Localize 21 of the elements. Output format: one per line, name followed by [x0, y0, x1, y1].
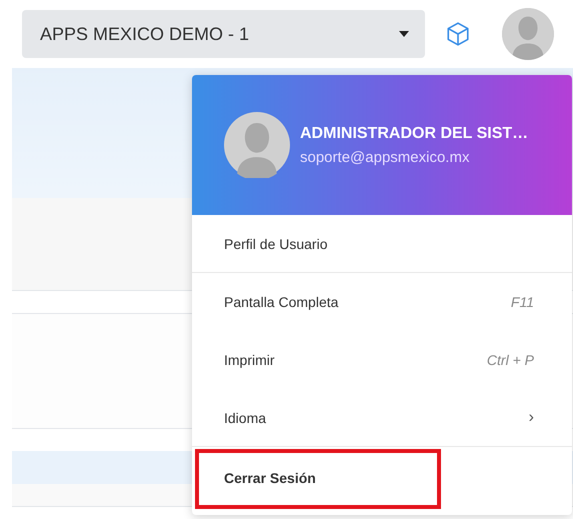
avatar-icon: [224, 112, 290, 178]
cube-icon[interactable]: [445, 21, 471, 47]
menu-item-label: Imprimir: [224, 352, 275, 368]
menu-item[interactable]: Cerrar Sesión: [192, 447, 572, 509]
shortcut-hint: F11: [510, 294, 534, 310]
shortcut-hint: Ctrl + P: [486, 352, 534, 368]
menu-item-label: Perfil de Usuario: [224, 236, 328, 252]
user-email: soporte@appsmexico.mx: [300, 148, 470, 166]
user-avatar-button[interactable]: [502, 8, 554, 60]
company-select[interactable]: APPS MEXICO DEMO - 1: [22, 10, 425, 58]
menu-item-label: Pantalla Completa: [224, 294, 338, 310]
menu-item-label: Cerrar Sesión: [224, 470, 316, 486]
avatar-icon: [502, 8, 554, 60]
menu-item-label: Idioma: [224, 410, 266, 426]
menu-item[interactable]: Idioma ›: [192, 389, 572, 447]
submenu-arrow: ›: [528, 408, 534, 426]
menu-item[interactable]: Perfil de Usuario: [192, 215, 572, 273]
caret-icon: [399, 31, 409, 37]
menu-item[interactable]: Imprimir Ctrl + P: [192, 331, 572, 389]
menu-item[interactable]: Pantalla Completa F11: [192, 273, 572, 331]
user-name: ADMINISTRADOR DEL SIST…: [300, 124, 528, 142]
